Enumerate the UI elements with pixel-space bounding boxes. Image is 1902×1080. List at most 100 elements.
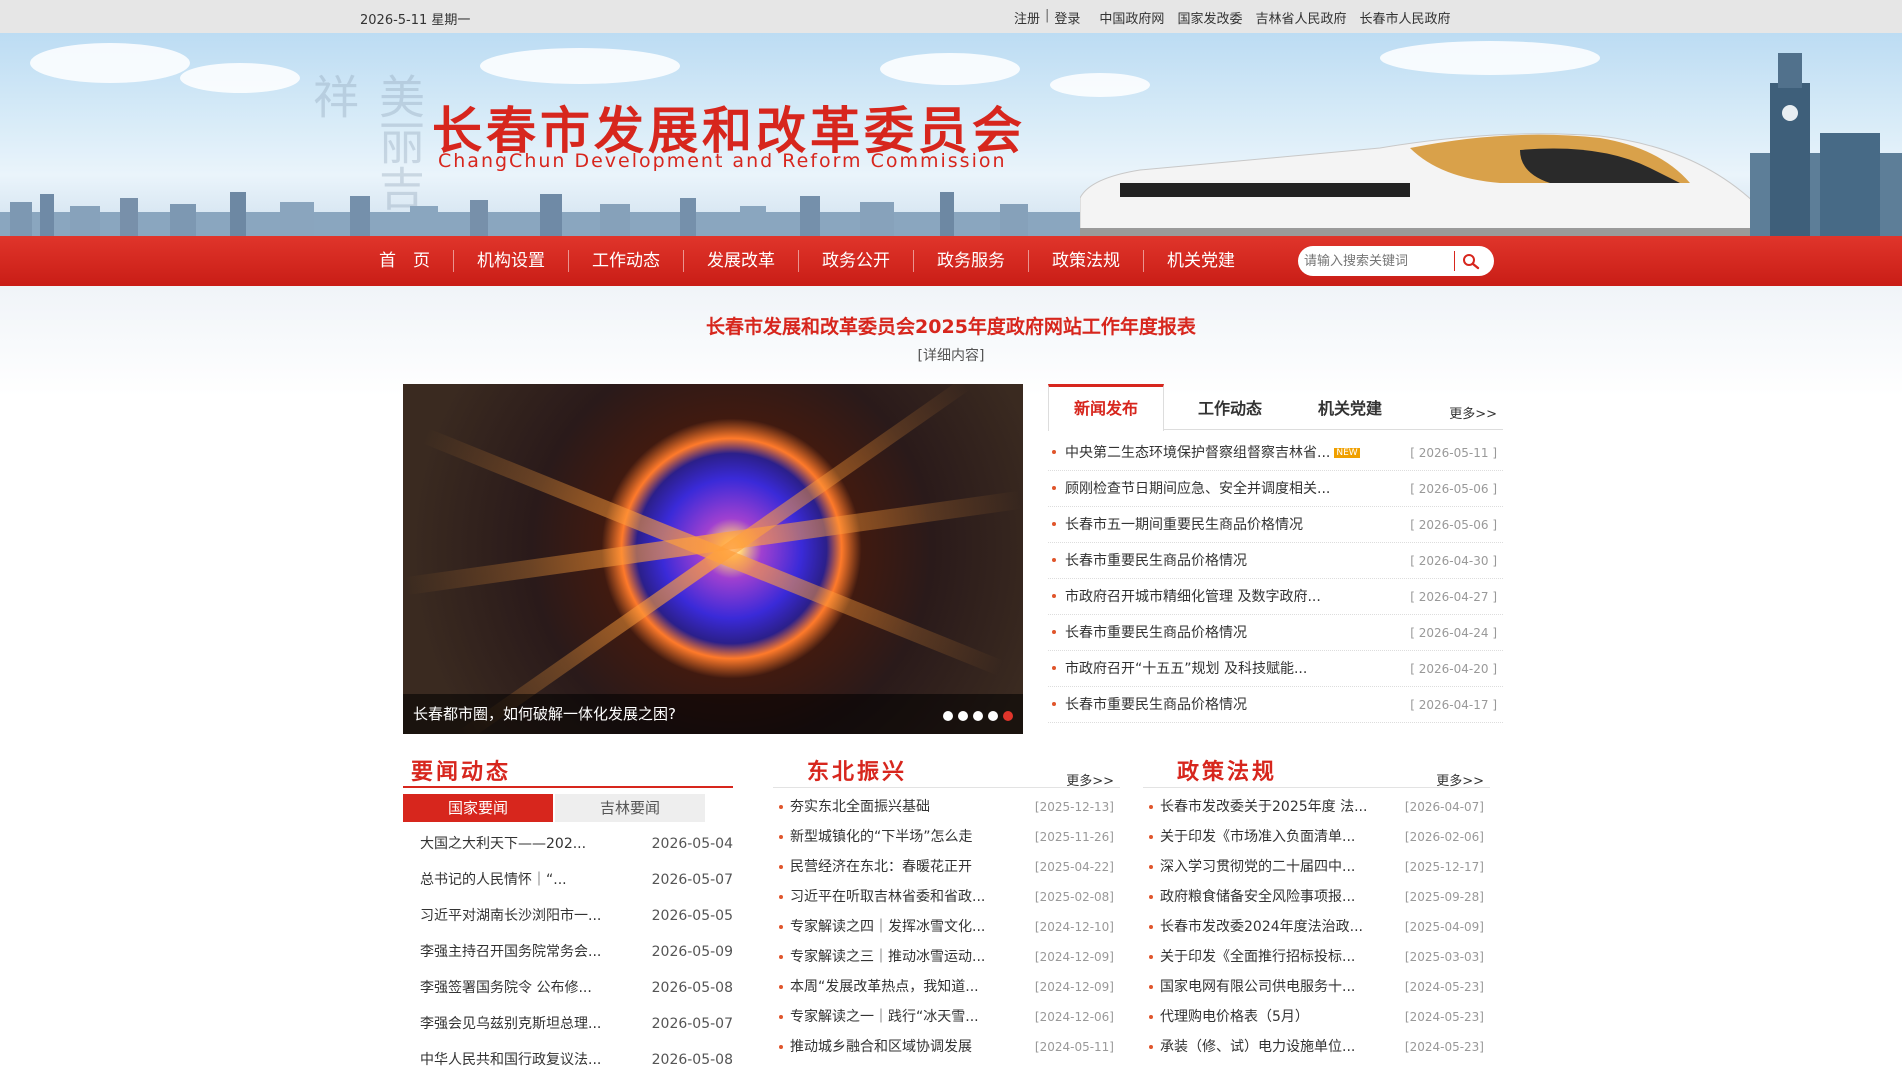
- register-link[interactable]: 注册: [1014, 8, 1040, 27]
- policy-item[interactable]: 长春市发改委2024年度法治政... [2025-04-09]: [1143, 912, 1490, 942]
- cloud: [1380, 41, 1600, 75]
- northeast-item-date: [2024-12-09]: [1034, 950, 1114, 964]
- northeast-more-link[interactable]: 更多>>: [1066, 770, 1114, 789]
- tab-press-release[interactable]: 新闻发布: [1048, 384, 1164, 431]
- news-item[interactable]: 顾刚检查节日期间应急、安全并调度相关... [ 2026-05-06 ]: [1048, 471, 1503, 507]
- headline-item-title: 中华人民共和国行政复议法...: [420, 1052, 602, 1068]
- policy-item-date: [2025-09-28]: [1404, 890, 1484, 904]
- northeast-item[interactable]: 专家解读之三｜推动冰雪运动... [2024-12-09]: [773, 942, 1120, 972]
- nav-organization[interactable]: 机构设置: [453, 250, 568, 272]
- headline-item-title: 总书记的人民情怀｜“...: [420, 872, 567, 888]
- northeast-item-date: [2025-02-08]: [1034, 890, 1114, 904]
- northeast-heading: 东北振兴: [807, 759, 908, 785]
- login-link[interactable]: 登录: [1054, 8, 1080, 27]
- news-item[interactable]: 长春市重要民生商品价格情况 [ 2026-04-30 ]: [1048, 543, 1503, 579]
- headline-item[interactable]: 李强签署国务院令 公布修... 2026-05-08: [403, 970, 733, 1006]
- slide-indicators: [943, 711, 1013, 721]
- news-item-date: [ 2026-04-20 ]: [1410, 662, 1497, 676]
- headlines-heading: 要闻动态: [411, 759, 512, 785]
- northeast-item[interactable]: 本周“发展改革热点，我知道... [2024-12-09]: [773, 972, 1120, 1002]
- search-input[interactable]: [1304, 251, 1454, 271]
- tab-national-news[interactable]: 国家要闻: [403, 794, 553, 822]
- news-tabs: 新闻发布 工作动态 机关党建 更多>>: [1048, 384, 1503, 431]
- nav-home[interactable]: 首 页: [356, 250, 453, 272]
- headline-item[interactable]: 李强会见乌兹别克斯坦总理... 2026-05-07: [403, 1006, 733, 1042]
- high-speed-train-image: [1080, 133, 1780, 236]
- headlines-subtabs: 国家要闻 吉林要闻: [403, 794, 733, 822]
- headline-item[interactable]: 大国之大利天下——202... 2026-05-04: [403, 826, 733, 862]
- news-item[interactable]: 市政府召开“十五五”规划 及科技赋能... [ 2026-04-20 ]: [1048, 651, 1503, 687]
- tab-work-news[interactable]: 工作动态: [1180, 384, 1280, 430]
- nav-shadow: [0, 286, 1902, 396]
- slide-dot[interactable]: [943, 711, 953, 721]
- search-button[interactable]: [1454, 251, 1484, 271]
- featured-slideshow[interactable]: 长春都市圈，如何破解一体化发展之困?: [403, 384, 1023, 734]
- news-item[interactable]: 市政府召开城市精细化管理 及数字政府... [ 2026-04-27 ]: [1048, 579, 1503, 615]
- policy-item[interactable]: 承装（修、试）电力设施单位... [2024-05-23]: [1143, 1032, 1490, 1062]
- policies-section: 政策法规 更多>> 长春市发改委关于2025年度 法... [2026-04-07…: [1143, 748, 1490, 1062]
- policy-item-date: [2025-04-09]: [1404, 920, 1484, 934]
- nav-government-services[interactable]: 政务服务: [913, 250, 1028, 272]
- details-link[interactable]: [详细内容]: [0, 345, 1902, 365]
- news-item[interactable]: 长春市五一期间重要民生商品价格情况 [ 2026-05-06 ]: [1048, 507, 1503, 543]
- northeast-item[interactable]: 新型城镇化的“下半场”怎么走 [2025-11-26]: [773, 822, 1120, 852]
- northeast-item-title: 推动城乡融合和区域协调发展: [790, 1039, 972, 1055]
- nav-government-affairs[interactable]: 政务公开: [798, 250, 913, 272]
- northeast-item[interactable]: 民营经济在东北：春暖花正开 [2025-04-22]: [773, 852, 1120, 882]
- headline-item[interactable]: 总书记的人民情怀｜“... 2026-05-07: [403, 862, 733, 898]
- northeast-item[interactable]: 推动城乡融合和区域协调发展 [2024-05-11]: [773, 1032, 1120, 1062]
- policies-heading: 政策法规: [1177, 759, 1278, 785]
- slide-dot[interactable]: [1003, 711, 1013, 721]
- headline-item[interactable]: 习近平对湖南长沙浏阳市一... 2026-05-05: [403, 898, 733, 934]
- news-more-link[interactable]: 更多>>: [1449, 403, 1497, 422]
- policy-item[interactable]: 关于印发《全面推行招标投标... [2025-03-03]: [1143, 942, 1490, 972]
- policy-item-title: 代理购电价格表（5月）: [1160, 1009, 1309, 1025]
- northeast-item-date: [2025-11-26]: [1034, 830, 1114, 844]
- policy-item-title: 关于印发《全面推行招标投标...: [1160, 949, 1356, 965]
- news-item[interactable]: 长春市重要民生商品价格情况 [ 2026-04-17 ]: [1048, 687, 1503, 723]
- link-changchun-gov[interactable]: 长春市人民政府: [1359, 8, 1450, 27]
- northeast-item[interactable]: 夯实东北全面振兴基础 [2025-12-13]: [773, 792, 1120, 822]
- nav-policies[interactable]: 政策法规: [1028, 250, 1143, 272]
- news-item[interactable]: 长春市重要民生商品价格情况 [ 2026-04-24 ]: [1048, 615, 1503, 651]
- new-badge: NEW: [1334, 448, 1360, 458]
- policy-item[interactable]: 国家电网有限公司供电服务十... [2024-05-23]: [1143, 972, 1490, 1002]
- tab-jilin-news[interactable]: 吉林要闻: [555, 794, 705, 822]
- news-item-date: [ 2026-04-30 ]: [1410, 554, 1497, 568]
- northeast-item-title: 民营经济在东北：春暖花正开: [790, 859, 972, 875]
- nav-work-news[interactable]: 工作动态: [568, 250, 683, 272]
- slide-dot[interactable]: [973, 711, 983, 721]
- northeast-item-title: 专家解读之一｜践行“冰天雪...: [790, 1009, 979, 1025]
- link-ndrc[interactable]: 国家发改委: [1177, 8, 1242, 27]
- policy-item[interactable]: 关于印发《市场准入负面清单... [2026-02-06]: [1143, 822, 1490, 852]
- northeast-item[interactable]: 专家解读之一｜践行“冰天雪... [2024-12-06]: [773, 1002, 1120, 1032]
- header-banner: 美丽吉祥 长春市发展和改革委员会 ChangChun Development a…: [0, 33, 1902, 236]
- nav-party-building[interactable]: 机关党建: [1143, 250, 1258, 272]
- slide-dot[interactable]: [988, 711, 998, 721]
- northeast-item[interactable]: 习近平在听取吉林省委和省政... [2025-02-08]: [773, 882, 1120, 912]
- news-item[interactable]: 中央第二生态环境保护督察组督察吉林省... NEW [ 2026-05-11 ]: [1048, 435, 1503, 471]
- news-item-title: 中央第二生态环境保护督察组督察吉林省...: [1065, 445, 1331, 461]
- policies-more-link[interactable]: 更多>>: [1436, 770, 1484, 789]
- headline-item[interactable]: 中华人民共和国行政复议法... 2026-05-08: [403, 1042, 733, 1078]
- policy-item[interactable]: 深入学习贯彻党的二十届四中... [2025-12-17]: [1143, 852, 1490, 882]
- cloud: [180, 63, 300, 93]
- top-bar: 2026-5-11 星期一 注册 | 登录 中国政府网 国家发改委 吉林省人民政…: [0, 0, 1902, 33]
- slide-caption[interactable]: 长春都市圈，如何破解一体化发展之困?: [403, 694, 1023, 734]
- tab-party-building[interactable]: 机关党建: [1300, 384, 1400, 430]
- northeast-item-date: [2024-05-11]: [1034, 1040, 1114, 1054]
- northeast-item[interactable]: 专家解读之四｜发挥冰雪文化... [2024-12-10]: [773, 912, 1120, 942]
- annual-report-link[interactable]: 长春市发展和改革委员会2025年度政府网站工作年度报表: [0, 312, 1902, 339]
- policy-item-date: [2024-05-23]: [1404, 1010, 1484, 1024]
- link-jilin-gov[interactable]: 吉林省人民政府: [1255, 8, 1346, 27]
- headline-item[interactable]: 李强主持召开国务院常务会... 2026-05-09: [403, 934, 733, 970]
- policy-item[interactable]: 政府粮食储备安全风险事项报... [2025-09-28]: [1143, 882, 1490, 912]
- policy-item[interactable]: 代理购电价格表（5月） [2024-05-23]: [1143, 1002, 1490, 1032]
- main-nav: 首 页 机构设置 工作动态 发展改革 政务公开 政务服务 政策法规 机关党建: [0, 236, 1902, 286]
- policy-item-title: 关于印发《市场准入负面清单...: [1160, 829, 1356, 845]
- link-gov-cn[interactable]: 中国政府网: [1099, 8, 1164, 27]
- nav-development-reform[interactable]: 发展改革: [683, 250, 798, 272]
- slide-dot[interactable]: [958, 711, 968, 721]
- headlines-header: 要闻动态: [403, 748, 733, 788]
- policy-item[interactable]: 长春市发改委关于2025年度 法... [2026-04-07]: [1143, 792, 1490, 822]
